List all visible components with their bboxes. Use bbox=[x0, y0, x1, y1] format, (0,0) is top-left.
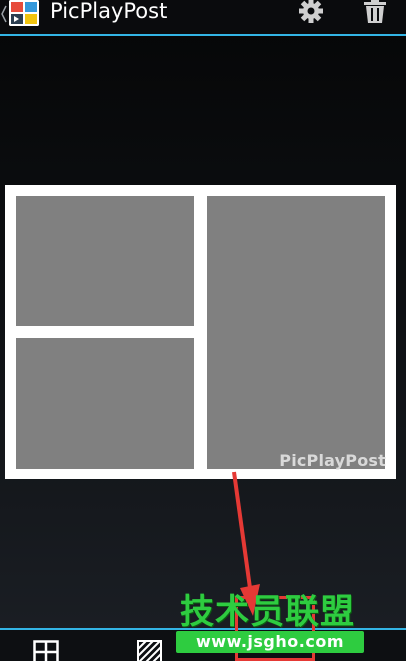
app-logo-icon[interactable] bbox=[9, 0, 39, 26]
screen: PicPlayPost PicPlayPost 技术员联盟 www.jsgho.… bbox=[0, 0, 406, 661]
collage-cell-top-left[interactable] bbox=[16, 196, 194, 326]
collage-cell-bottom-left[interactable] bbox=[16, 338, 194, 469]
gear-icon[interactable] bbox=[296, 0, 326, 24]
site-title: 技术员联盟 bbox=[180, 592, 355, 632]
trash-icon[interactable] bbox=[362, 0, 388, 24]
app-title: PicPlayPost bbox=[50, 0, 168, 23]
back-chevron-icon[interactable] bbox=[1, 5, 7, 23]
collage-watermark: PicPlayPost bbox=[279, 451, 386, 470]
site-url: www.jsgho.com bbox=[176, 631, 364, 653]
collage-cell-right[interactable] bbox=[207, 196, 385, 469]
action-bar: PicPlayPost bbox=[0, 0, 406, 36]
pattern-stripes-icon[interactable] bbox=[137, 640, 162, 661]
layout-grid-icon[interactable] bbox=[33, 640, 59, 661]
collage-frame: PicPlayPost bbox=[5, 185, 396, 479]
site-watermark: 技术员联盟 www.jsgho.com bbox=[176, 593, 398, 661]
